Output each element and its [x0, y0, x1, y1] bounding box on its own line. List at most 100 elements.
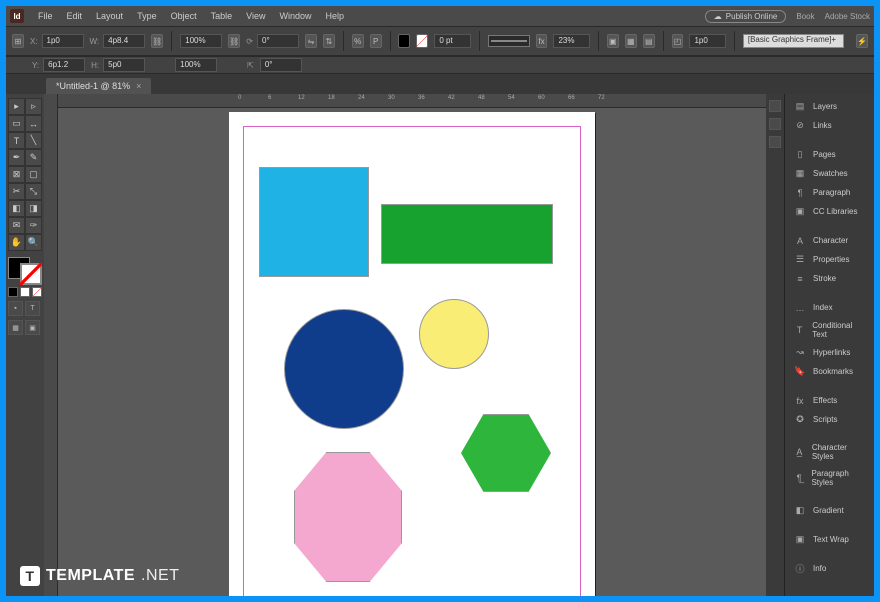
cyan-square-shape[interactable] [259, 167, 369, 277]
panel-paragraph-styles[interactable]: ¶̲Paragraph Styles [785, 466, 874, 490]
panel-conditional-text[interactable]: TConditional Text [785, 318, 874, 342]
menu-edit[interactable]: Edit [61, 11, 89, 21]
link-wh-icon[interactable]: ⛓ [151, 34, 163, 48]
panel-gradient[interactable]: ◧Gradient [785, 502, 874, 519]
menu-help[interactable]: Help [319, 11, 350, 21]
reference-point-icon[interactable]: ⊞ [12, 34, 24, 48]
gap-tool[interactable]: ↔ [25, 115, 42, 132]
gradient-swatch-tool[interactable]: ◧ [8, 200, 25, 217]
type-tool[interactable]: T [8, 132, 25, 149]
panel-swatches[interactable]: ▦Swatches [785, 165, 874, 182]
pink-octagon-shape[interactable] [294, 452, 402, 582]
stroke-swatch[interactable] [20, 263, 42, 285]
panel-scripts[interactable]: ✪Scripts [785, 411, 874, 428]
app-icon-indesign[interactable]: Id [10, 9, 24, 23]
h-field[interactable]: 5p0 [103, 58, 145, 72]
menu-object[interactable]: Object [165, 11, 203, 21]
panel-cc-libraries[interactable]: ▣CC Libraries [785, 203, 874, 220]
rectangle-tool[interactable]: ▢ [25, 166, 42, 183]
fill-icon[interactable] [398, 34, 410, 48]
stroke-weight-field[interactable]: 0 pt [434, 34, 471, 48]
default-swap-colors[interactable] [8, 287, 42, 297]
workspace-switcher[interactable]: Book [796, 12, 814, 21]
menu-window[interactable]: Window [273, 11, 317, 21]
textwrap-jump-icon[interactable]: ▤ [643, 34, 655, 48]
stroke-style-select[interactable] [488, 35, 530, 47]
direct-selection-tool[interactable]: ▹ [25, 98, 42, 115]
line-tool[interactable]: ╲ [25, 132, 42, 149]
selection-tool[interactable]: ▸ [8, 98, 25, 115]
panel-effects[interactable]: fxEffects [785, 392, 874, 409]
scissors-tool[interactable]: ✂ [8, 183, 25, 200]
pencil-tool[interactable]: ✎ [25, 149, 42, 166]
page-tool[interactable]: ▭ [8, 115, 25, 132]
adobe-stock-link[interactable]: Adobe Stock [825, 12, 870, 21]
panel-character[interactable]: ACharacter [785, 232, 874, 249]
flip-h-icon[interactable]: ⇋ [305, 34, 317, 48]
rotate-field[interactable]: 0° [257, 34, 299, 48]
scale-x-field[interactable]: 100% [180, 34, 222, 48]
zoom-tool[interactable]: 🔍 [25, 234, 42, 251]
corner-field[interactable]: 1p0 [689, 34, 726, 48]
green-rectangle-shape[interactable] [381, 204, 553, 264]
apply-none-button[interactable]: T [25, 301, 40, 316]
note-tool[interactable]: ✉ [8, 217, 25, 234]
collapsed-panel-icon[interactable] [769, 118, 781, 130]
panel-stroke[interactable]: ≡Stroke [785, 270, 874, 287]
yellow-circle-shape[interactable] [419, 299, 489, 369]
view-mode-preview[interactable]: ▣ [25, 320, 40, 335]
flip-v-icon[interactable]: ⇅ [323, 34, 335, 48]
corner-icon[interactable]: ◰ [672, 34, 684, 48]
collapsed-panels-column[interactable] [766, 94, 784, 596]
panel-properties[interactable]: ☰Properties [785, 251, 874, 268]
menu-type[interactable]: Type [131, 11, 163, 21]
close-icon[interactable]: × [136, 81, 141, 91]
shear-field[interactable]: 0° [260, 58, 302, 72]
pen-tool[interactable]: ✒ [8, 149, 25, 166]
panel-links[interactable]: ⊘Links [785, 117, 874, 134]
horizontal-ruler[interactable]: 0 6 12 18 24 30 36 42 48 54 60 66 72 [58, 94, 766, 108]
menu-view[interactable]: View [240, 11, 271, 21]
document-tab[interactable]: *Untitled-1 @ 81% × [46, 78, 151, 94]
fill-stroke-swatches[interactable] [8, 257, 42, 285]
paragraph-icon[interactable]: P [370, 34, 382, 48]
textwrap-none-icon[interactable]: ▣ [607, 34, 619, 48]
panel-layers[interactable]: ▤Layers [785, 98, 874, 115]
panel-index[interactable]: …Index [785, 299, 874, 316]
panel-text-wrap[interactable]: ▣Text Wrap [785, 531, 874, 548]
panel-paragraph[interactable]: ¶Paragraph [785, 184, 874, 201]
menu-file[interactable]: File [32, 11, 59, 21]
panel-bookmarks[interactable]: 🔖Bookmarks [785, 363, 874, 380]
navy-circle-shape[interactable] [284, 309, 404, 429]
x-field[interactable]: 1p0 [42, 34, 84, 48]
rectangle-frame-tool[interactable]: ⊠ [8, 166, 25, 183]
view-mode-normal[interactable]: ▦ [8, 320, 23, 335]
panel-pages[interactable]: ▯Pages [785, 146, 874, 163]
quick-apply-icon[interactable]: ⚡ [856, 34, 868, 48]
stroke-icon[interactable] [416, 34, 428, 48]
free-transform-tool[interactable]: ⤡ [25, 183, 42, 200]
menu-table[interactable]: Table [205, 11, 239, 21]
panel-character-styles[interactable]: A̲Character Styles [785, 440, 874, 464]
link-scale-icon[interactable]: ⛓ [228, 34, 240, 48]
w-field[interactable]: 4p8.4 [103, 34, 145, 48]
menu-layout[interactable]: Layout [90, 11, 129, 21]
y-field[interactable]: 6p1.2 [43, 58, 85, 72]
hand-tool[interactable]: ✋ [8, 234, 25, 251]
apply-color-button[interactable]: ▪ [8, 301, 23, 316]
vertical-ruler[interactable] [44, 94, 58, 596]
publish-online-button[interactable]: ☁ Publish Online [705, 10, 787, 23]
object-style-select[interactable]: [Basic Graphics Frame]+ [743, 34, 844, 48]
collapsed-panel-icon[interactable] [769, 136, 781, 148]
fx-icon[interactable]: fx [536, 34, 548, 48]
panel-info[interactable]: ⓘInfo [785, 560, 874, 577]
canvas-area[interactable] [58, 108, 766, 596]
gradient-feather-tool[interactable]: ◨ [25, 200, 42, 217]
eyedropper-tool[interactable]: ✑ [25, 217, 42, 234]
page[interactable] [229, 112, 595, 596]
opacity-field[interactable]: 23% [553, 34, 590, 48]
scale-y-field[interactable]: 100% [175, 58, 217, 72]
collapsed-panel-icon[interactable] [769, 100, 781, 112]
panel-hyperlinks[interactable]: ↝Hyperlinks [785, 344, 874, 361]
percent-icon[interactable]: % [352, 34, 364, 48]
